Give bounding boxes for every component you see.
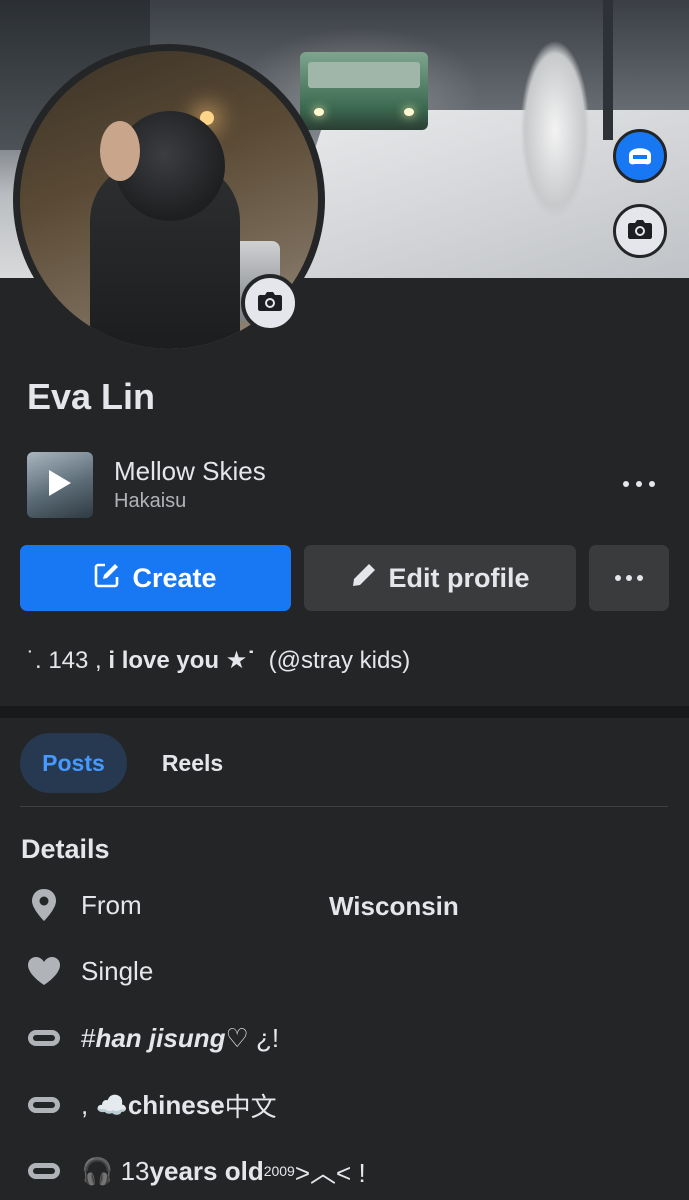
detail-1-suffix: ♡ ¿! bbox=[225, 1022, 280, 1053]
tab-posts[interactable]: Posts bbox=[20, 733, 127, 793]
detail-from: From Wisconsin bbox=[27, 885, 459, 925]
detail-custom-2: , ☁️ chinese 中文 bbox=[27, 1085, 277, 1125]
more-dot bbox=[649, 481, 655, 487]
pill-icon bbox=[27, 1088, 61, 1122]
location-icon bbox=[27, 888, 61, 922]
bio-text: ˙. 143 , bbox=[27, 647, 109, 674]
more-dot bbox=[637, 575, 643, 581]
detail-3-bold: years old bbox=[149, 1155, 264, 1186]
pill-shape bbox=[28, 1097, 60, 1113]
more-icon bbox=[615, 575, 621, 581]
detail-custom-1: # han jisung ♡ ¿! bbox=[27, 1018, 279, 1058]
play-icon bbox=[47, 468, 73, 503]
details-title: Details bbox=[21, 834, 110, 864]
detail-3-prefix: 🎧 13 bbox=[81, 1155, 150, 1186]
pencil-icon bbox=[351, 562, 377, 595]
edit-icon bbox=[94, 562, 120, 595]
edit-profile-button[interactable]: Edit profile bbox=[304, 545, 576, 611]
cover-bus bbox=[300, 52, 428, 130]
detail-3-suffix: >︿< ! bbox=[294, 1157, 366, 1188]
relationship-value: Single bbox=[81, 955, 154, 986]
more-dot bbox=[626, 575, 632, 581]
bus-light bbox=[404, 108, 414, 116]
profile-more-button[interactable] bbox=[589, 545, 669, 611]
profile-bio: ˙. 143 , i love you ★˙ (@stray kids) bbox=[27, 646, 410, 675]
edit-cover-button[interactable] bbox=[613, 204, 667, 258]
create-button[interactable]: Create bbox=[20, 545, 291, 611]
more-icon bbox=[623, 481, 629, 487]
pill-icon bbox=[27, 1021, 61, 1055]
more-dot bbox=[636, 481, 642, 487]
music-title: Mellow Skies bbox=[114, 456, 266, 486]
from-value[interactable]: Wisconsin bbox=[329, 891, 459, 922]
cover-tree bbox=[520, 40, 590, 220]
bio-bold-text: i love you ★˙ bbox=[108, 647, 256, 674]
bio-mention[interactable]: (@stray kids) bbox=[255, 647, 411, 674]
pill-shape bbox=[28, 1163, 60, 1179]
detail-2-bold: chinese bbox=[127, 1089, 225, 1120]
tab-reels[interactable]: Reels bbox=[140, 733, 245, 793]
photo-face bbox=[100, 121, 140, 181]
from-label: From bbox=[81, 889, 142, 920]
bus-window bbox=[308, 62, 420, 88]
create-label: Create bbox=[132, 562, 217, 593]
bus-light bbox=[314, 108, 324, 116]
camera-icon bbox=[627, 218, 653, 245]
detail-3-sup: 2009 bbox=[263, 1163, 295, 1179]
camera-icon bbox=[257, 290, 283, 317]
avatar-creator-button[interactable] bbox=[613, 129, 667, 183]
detail-1-prefix: # bbox=[81, 1022, 96, 1053]
pill-shape bbox=[28, 1030, 60, 1046]
detail-custom-3: 🎧 13 years old 2009 >︿< ! bbox=[27, 1151, 366, 1191]
heart-icon bbox=[27, 954, 61, 988]
profile-name: Eva Lin bbox=[27, 376, 156, 417]
detail-2-prefix: , ☁️ bbox=[81, 1089, 128, 1120]
detail-2-suffix: 中文 bbox=[224, 1091, 277, 1122]
pill-icon bbox=[27, 1154, 61, 1188]
avatar-icon bbox=[625, 141, 655, 172]
edit-profile-label: Edit profile bbox=[388, 562, 530, 593]
music-more-button[interactable] bbox=[623, 474, 655, 494]
edit-profile-picture-button[interactable] bbox=[241, 274, 299, 332]
tabs-divider bbox=[20, 806, 668, 807]
cover-pole bbox=[603, 0, 613, 140]
profile-music[interactable]: Mellow Skies Hakaisu bbox=[27, 452, 667, 518]
detail-1-bold: han jisung bbox=[95, 1022, 226, 1053]
music-artist: Hakaisu bbox=[114, 490, 187, 512]
section-divider bbox=[0, 706, 689, 718]
detail-relationship: Single bbox=[27, 951, 153, 991]
music-cover[interactable] bbox=[27, 452, 93, 518]
